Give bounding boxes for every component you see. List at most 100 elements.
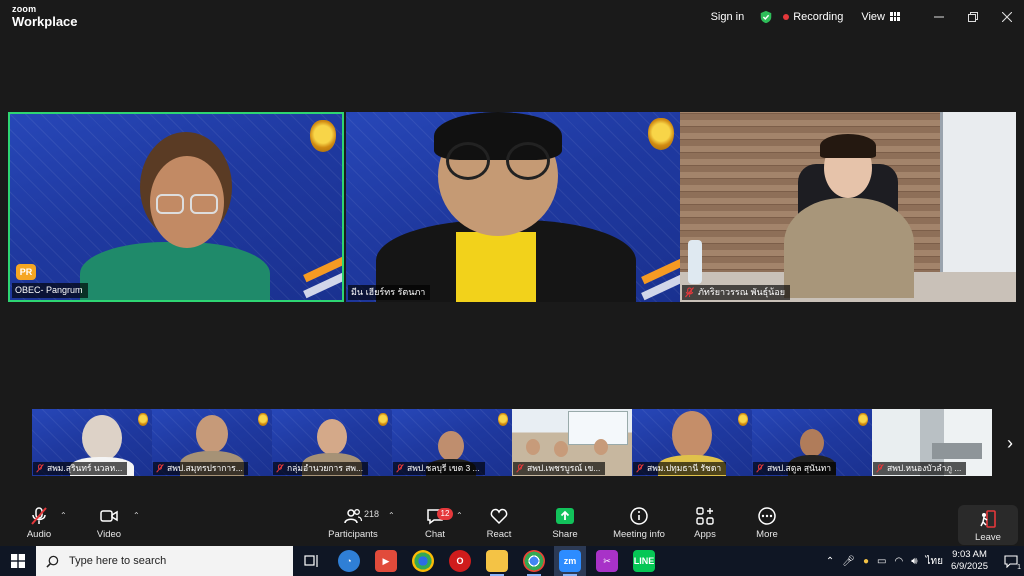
participant-name: สพป.สมุทรปราการ...	[167, 463, 243, 473]
notification-icon	[1004, 554, 1018, 568]
participant-name-tag: สพป.สตูล สุนันทา	[753, 462, 837, 475]
logo-workplace-text: Workplace	[12, 14, 78, 29]
participant-name: สพม.ปทุมธานี รัชดา	[647, 463, 722, 473]
info-icon	[630, 507, 648, 525]
gallery-thumb-8[interactable]: สพป.หนองบัวลำภู ...	[872, 409, 992, 476]
view-button[interactable]: View	[861, 11, 900, 23]
encryption-shield-icon[interactable]	[759, 10, 773, 24]
line-app-icon[interactable]: LINE	[633, 550, 655, 572]
recording-indicator[interactable]: Recording	[783, 11, 843, 23]
gallery-thumb-5[interactable]: สพป.เพชรบูรณ์ เข...	[512, 409, 632, 476]
participant-name-tag: ภัทริยาวรรณ พันธุ์น้อย	[682, 285, 791, 300]
participant-name: สพป.หนองบัวลำภู ...	[887, 463, 962, 473]
chrome-canary-icon[interactable]	[412, 550, 434, 572]
opera-icon[interactable]: O	[449, 550, 471, 572]
share-screen-icon	[556, 508, 574, 524]
mic-muted-icon	[36, 464, 44, 473]
audio-options-caret-icon[interactable]: ⌃	[60, 511, 67, 520]
participant-name: OBEC- Pangrum	[15, 285, 83, 295]
participant-name-tag: มีน เฮียร์ทร รัตนภา	[348, 285, 431, 300]
battery-icon[interactable]: ▭	[877, 556, 886, 567]
close-button[interactable]	[990, 0, 1024, 33]
participant-name: สพป.ชลบุรี เขต 3 ...	[407, 463, 480, 473]
gallery-thumb-3[interactable]: กลุ่มอำนวยการ สพ...	[272, 409, 392, 476]
react-label: React	[486, 529, 512, 540]
participant-name-tag: สพป.สมุทรปราการ...	[153, 462, 248, 475]
participant-name: สพป.เพชรบูรณ์ เข...	[527, 463, 601, 473]
participant-name-tag: สพม.ปทุมธานี รัชดา	[633, 462, 727, 475]
mic-muted-icon	[876, 464, 884, 473]
mic-muted-icon	[516, 464, 524, 473]
restore-button[interactable]	[956, 0, 990, 33]
wifi-icon[interactable]: ◠	[894, 556, 903, 567]
participant-name: กลุ่มอำนวยการ สพ...	[287, 463, 364, 473]
language-indicator[interactable]: ไทย	[926, 554, 943, 569]
start-button[interactable]	[0, 546, 36, 576]
gallery-next-arrow-icon[interactable]: ›	[1000, 432, 1020, 454]
apps-button[interactable]: Apps	[692, 506, 718, 544]
video-tile-2[interactable]: มีน เฮียร์ทร รัตนภา	[346, 112, 680, 302]
apps-icon	[696, 507, 714, 525]
mic-muted-icon	[276, 464, 284, 473]
restore-icon	[968, 11, 978, 22]
clock-time: 9:03 AM	[952, 549, 987, 560]
apps-label: Apps	[694, 529, 716, 540]
microphone-tray-icon[interactable]: 🎤︎	[842, 556, 855, 567]
gallery-thumb-4[interactable]: สพป.ชลบุรี เขต 3 ...	[392, 409, 512, 476]
participant-name-tag: OBEC- Pangrum	[12, 283, 88, 298]
gallery-grid-icon	[890, 12, 900, 21]
meeting-info-button[interactable]: Meeting info	[612, 506, 666, 544]
participant-name: มีน เฮียร์ทร รัตนภา	[351, 287, 426, 297]
share-label: Share	[552, 529, 578, 540]
snipping-tool-icon[interactable]: ✂	[596, 550, 618, 572]
notification-count: 1	[1017, 564, 1021, 571]
video-label: Video	[96, 529, 122, 540]
media-app-icon[interactable]: ▶	[375, 550, 397, 572]
audio-label: Audio	[26, 529, 52, 540]
app-tray-icon[interactable]: ●	[863, 556, 869, 567]
notification-center-button[interactable]: 1	[998, 546, 1024, 576]
chrome-icon[interactable]	[523, 550, 545, 572]
taskbar-search-box[interactable]: Type here to search	[36, 546, 293, 576]
more-button[interactable]: More	[754, 506, 780, 544]
video-tile-1[interactable]: PR OBEC- Pangrum	[8, 112, 344, 302]
leave-label: Leave	[975, 532, 1001, 543]
mic-muted-icon	[396, 464, 404, 473]
audio-button[interactable]: Audio	[24, 506, 54, 544]
leave-button[interactable]: Leave	[958, 505, 1018, 545]
sign-in-link[interactable]: Sign in	[711, 11, 745, 23]
chat-caret-icon[interactable]: ⌃	[456, 511, 463, 520]
video-options-caret-icon[interactable]: ⌃	[133, 511, 140, 520]
paint-app-icon[interactable]: ◔	[338, 550, 360, 572]
zoom-logo: zoom Workplace	[12, 5, 78, 29]
system-tray: ⌃ 🎤︎ ● ▭ ◠ 🔊︎ ไทย 9:03 AM 6/9/2025 1	[826, 546, 1024, 576]
more-icon	[758, 507, 776, 525]
main-video-row: PR OBEC- Pangrum มีน เฮียร์ทร รัตนภา ภัท…	[8, 112, 1016, 302]
share-button[interactable]: Share	[550, 506, 580, 544]
mic-muted-icon	[31, 507, 47, 525]
volume-icon[interactable]: 🔊︎	[911, 556, 917, 567]
file-explorer-icon[interactable]	[486, 550, 508, 572]
mic-muted-icon	[636, 464, 644, 473]
taskbar-clock[interactable]: 9:03 AM 6/9/2025	[951, 549, 988, 573]
zoom-taskbar-icon[interactable]: zm	[559, 550, 581, 572]
mic-muted-icon	[156, 464, 164, 473]
chat-label: Chat	[424, 529, 446, 540]
video-button[interactable]: Video	[94, 506, 124, 544]
gallery-thumb-7[interactable]: สพป.สตูล สุนันทา	[752, 409, 872, 476]
participants-icon	[344, 509, 363, 524]
video-tile-3[interactable]: ภัทริยาวรรณ พันธุ์น้อย	[680, 112, 1016, 302]
chat-unread-badge: 12	[437, 508, 453, 520]
gallery-thumb-6[interactable]: สพม.ปทุมธานี รัชดา	[632, 409, 752, 476]
participants-caret-icon[interactable]: ⌃	[388, 511, 395, 520]
title-bar-controls: Sign in Recording View	[711, 0, 1024, 33]
show-hidden-icons-caret-icon[interactable]: ⌃	[826, 556, 834, 567]
gallery-thumb-1[interactable]: สพม.สุรินทร์ นวลห...	[32, 409, 152, 476]
task-view-icon[interactable]	[301, 550, 323, 572]
recording-label: Recording	[793, 10, 844, 23]
gallery-thumb-2[interactable]: สพป.สมุทรปราการ...	[152, 409, 272, 476]
participant-name: สพป.สตูล สุนันทา	[767, 463, 832, 473]
minimize-button[interactable]	[922, 0, 956, 33]
react-button[interactable]: React	[484, 506, 514, 544]
recording-dot-icon	[783, 13, 790, 20]
